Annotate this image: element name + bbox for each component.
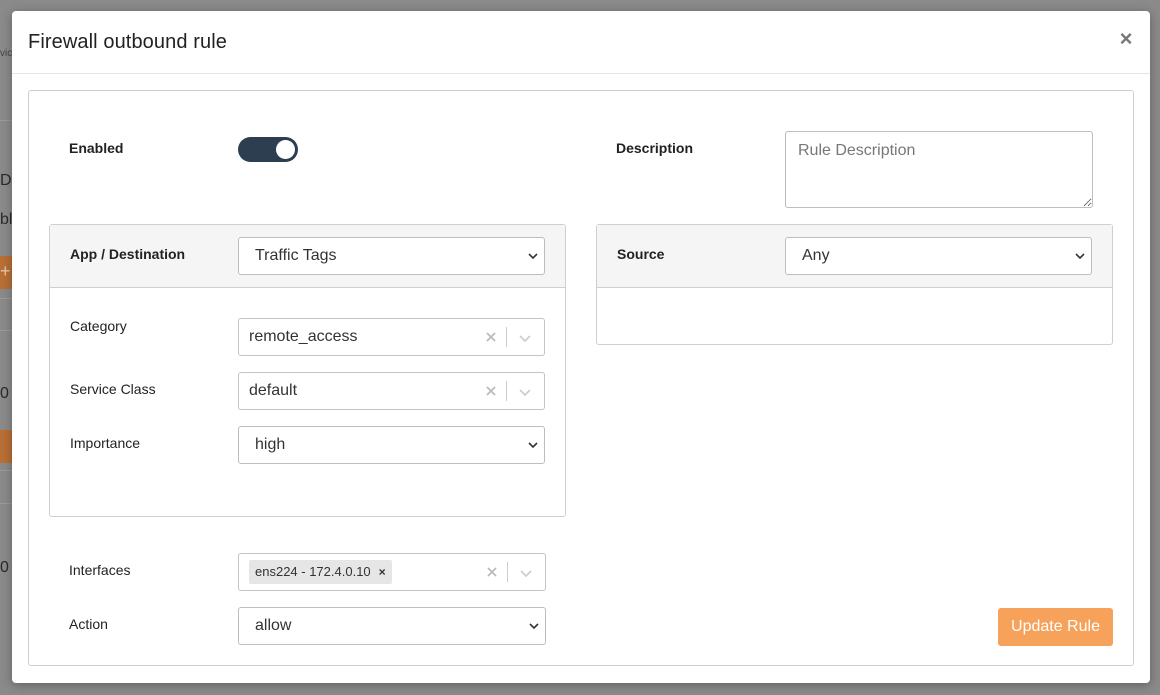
update-rule-button[interactable]: Update Rule (998, 608, 1113, 646)
modal-title: Firewall outbound rule (28, 31, 227, 53)
close-icon[interactable]: × (1118, 28, 1134, 50)
app-destination-label: App / Destination (70, 246, 186, 262)
clear-x-icon[interactable] (484, 330, 498, 344)
enabled-label: Enabled (69, 140, 124, 156)
enabled-toggle[interactable] (238, 137, 298, 162)
clear-x-icon[interactable] (485, 565, 499, 579)
background-fragment: D (0, 172, 12, 189)
category-value: remote_access (249, 328, 358, 345)
interfaces-select[interactable]: ens224 - 172.4.0.10 × (238, 553, 546, 591)
interface-chip: ens224 - 172.4.0.10 × (249, 560, 392, 584)
category-label: Category (70, 318, 127, 334)
chevron-down-icon (528, 253, 538, 260)
chevron-down-icon (528, 442, 538, 449)
chevron-down-icon (1075, 253, 1085, 260)
modal-header: Firewall outbound rule × (12, 11, 1150, 74)
background-divider (0, 120, 12, 121)
importance-select[interactable]: high (238, 426, 545, 464)
background-fragment: 0 (0, 385, 9, 402)
source-card-header: Source Any (597, 225, 1112, 288)
rule-form: Enabled Description App / Destination Tr… (28, 90, 1134, 666)
category-select[interactable]: remote_access (238, 318, 545, 356)
indicator-separator (506, 327, 507, 347)
background-divider (0, 470, 12, 471)
background-fragment: 0 (0, 559, 9, 576)
remove-chip-icon[interactable]: × (379, 560, 386, 584)
background-divider (0, 503, 12, 504)
chevron-down-icon (529, 623, 539, 630)
firewall-rule-modal: Firewall outbound rule × Enabled Descrip… (12, 11, 1150, 683)
description-input[interactable] (785, 131, 1093, 208)
app-destination-select[interactable]: Traffic Tags (238, 237, 545, 275)
background-orange-button (0, 430, 12, 463)
interfaces-label: Interfaces (69, 562, 131, 578)
indicator-separator (506, 381, 507, 401)
background-divider (0, 330, 12, 331)
app-destination-card: App / Destination Traffic Tags Category … (49, 224, 566, 517)
importance-label: Importance (70, 435, 141, 451)
chevron-down-icon[interactable] (518, 331, 532, 345)
service-class-value: default (249, 382, 298, 399)
source-card: Source Any (596, 224, 1113, 345)
service-class-label: Service Class (70, 381, 156, 397)
background-divider (0, 298, 12, 299)
description-label: Description (616, 140, 694, 156)
background-fragment: bl (0, 211, 13, 228)
source-select[interactable]: Any (785, 237, 1092, 275)
service-class-select[interactable]: default (238, 372, 545, 410)
background-add-button: + (0, 256, 12, 289)
chevron-down-icon[interactable] (519, 566, 533, 580)
indicator-separator (507, 562, 508, 582)
action-label: Action (69, 616, 108, 632)
clear-x-icon[interactable] (484, 384, 498, 398)
background-fragment: vic (0, 48, 13, 59)
toggle-knob (276, 140, 295, 159)
app-destination-card-header: App / Destination Traffic Tags (50, 225, 565, 288)
chevron-down-icon[interactable] (518, 385, 532, 399)
action-select[interactable]: allow (238, 607, 546, 645)
source-label: Source (617, 246, 665, 262)
